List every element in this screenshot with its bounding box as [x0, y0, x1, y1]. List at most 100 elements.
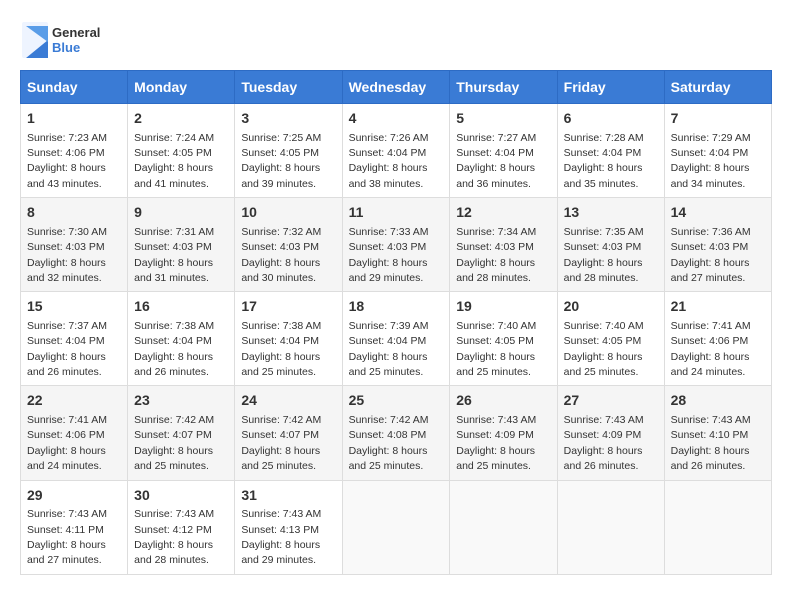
day-number: 1: [27, 109, 121, 129]
day-info: Sunrise: 7:43 AMSunset: 4:10 PMDaylight:…: [671, 414, 751, 472]
day-number: 17: [241, 297, 335, 317]
calendar-cell: 25 Sunrise: 7:42 AMSunset: 4:08 PMDayligh…: [342, 386, 450, 480]
day-info: Sunrise: 7:42 AMSunset: 4:07 PMDaylight:…: [134, 414, 214, 472]
calendar-cell: 2 Sunrise: 7:24 AMSunset: 4:05 PMDaylight…: [128, 104, 235, 198]
day-number: 29: [27, 486, 121, 506]
weekday-monday: Monday: [128, 71, 235, 104]
day-number: 18: [349, 297, 444, 317]
calendar-cell: 9 Sunrise: 7:31 AMSunset: 4:03 PMDaylight…: [128, 198, 235, 292]
calendar-week-3: 15 Sunrise: 7:37 AMSunset: 4:04 PMDayligh…: [21, 292, 772, 386]
calendar-week-5: 29Sunrise: 7:43 AMSunset: 4:11 PMDayligh…: [21, 480, 772, 574]
day-info: Sunrise: 7:41 AMSunset: 4:06 PMDaylight:…: [27, 414, 107, 472]
day-info: Sunrise: 7:43 AMSunset: 4:13 PMDaylight:…: [241, 508, 321, 566]
calendar-cell: [450, 480, 557, 574]
calendar-cell: 17 Sunrise: 7:38 AMSunset: 4:04 PMDayligh…: [235, 292, 342, 386]
day-info: Sunrise: 7:34 AMSunset: 4:03 PMDaylight:…: [456, 226, 536, 284]
calendar-cell: 8 Sunrise: 7:30 AMSunset: 4:03 PMDaylight…: [21, 198, 128, 292]
calendar-cell: 20Sunrise: 7:40 AMSunset: 4:05 PMDayligh…: [557, 292, 664, 386]
day-number: 15: [27, 297, 121, 317]
page-header: General Blue: [20, 20, 772, 60]
logo: General Blue: [20, 20, 110, 60]
day-info: Sunrise: 7:33 AMSunset: 4:03 PMDaylight:…: [349, 226, 429, 284]
calendar-cell: 3 Sunrise: 7:25 AMSunset: 4:05 PMDaylight…: [235, 104, 342, 198]
calendar-cell: [557, 480, 664, 574]
calendar-cell: 19Sunrise: 7:40 AMSunset: 4:05 PMDayligh…: [450, 292, 557, 386]
day-info: Sunrise: 7:43 AMSunset: 4:09 PMDaylight:…: [564, 414, 644, 472]
day-info: Sunrise: 7:27 AMSunset: 4:04 PMDaylight:…: [456, 132, 536, 190]
calendar-cell: 11 Sunrise: 7:33 AMSunset: 4:03 PMDayligh…: [342, 198, 450, 292]
calendar-table: SundayMondayTuesdayWednesdayThursdayFrid…: [20, 70, 772, 575]
calendar-cell: 4Sunrise: 7:26 AMSunset: 4:04 PMDaylight…: [342, 104, 450, 198]
day-number: 22: [27, 391, 121, 411]
calendar-cell: 1 Sunrise: 7:23 AMSunset: 4:06 PMDaylight…: [21, 104, 128, 198]
weekday-header-row: SundayMondayTuesdayWednesdayThursdayFrid…: [21, 71, 772, 104]
day-info: Sunrise: 7:37 AMSunset: 4:04 PMDaylight:…: [27, 320, 107, 378]
calendar-cell: 26 Sunrise: 7:43 AMSunset: 4:09 PMDayligh…: [450, 386, 557, 480]
calendar-cell: 15 Sunrise: 7:37 AMSunset: 4:04 PMDayligh…: [21, 292, 128, 386]
day-number: 30: [134, 486, 228, 506]
calendar-cell: 16 Sunrise: 7:38 AMSunset: 4:04 PMDayligh…: [128, 292, 235, 386]
day-info: Sunrise: 7:42 AMSunset: 4:07 PMDaylight:…: [241, 414, 321, 472]
day-info: Sunrise: 7:43 AMSunset: 4:09 PMDaylight:…: [456, 414, 536, 472]
day-info: Sunrise: 7:30 AMSunset: 4:03 PMDaylight:…: [27, 226, 107, 284]
day-number: 31: [241, 486, 335, 506]
weekday-friday: Friday: [557, 71, 664, 104]
calendar-cell: 24 Sunrise: 7:42 AMSunset: 4:07 PMDayligh…: [235, 386, 342, 480]
calendar-cell: 13Sunrise: 7:35 AMSunset: 4:03 PMDayligh…: [557, 198, 664, 292]
day-info: Sunrise: 7:42 AMSunset: 4:08 PMDaylight:…: [349, 414, 429, 472]
day-info: Sunrise: 7:25 AMSunset: 4:05 PMDaylight:…: [241, 132, 321, 190]
calendar-cell: 21Sunrise: 7:41 AMSunset: 4:06 PMDayligh…: [664, 292, 771, 386]
calendar-cell: 18 Sunrise: 7:39 AMSunset: 4:04 PMDayligh…: [342, 292, 450, 386]
day-number: 28: [671, 391, 765, 411]
day-number: 4: [349, 109, 444, 129]
calendar-cell: 27Sunrise: 7:43 AMSunset: 4:09 PMDayligh…: [557, 386, 664, 480]
calendar-cell: 30Sunrise: 7:43 AMSunset: 4:12 PMDayligh…: [128, 480, 235, 574]
day-info: Sunrise: 7:39 AMSunset: 4:04 PMDaylight:…: [349, 320, 429, 378]
calendar-week-4: 22 Sunrise: 7:41 AMSunset: 4:06 PMDayligh…: [21, 386, 772, 480]
weekday-saturday: Saturday: [664, 71, 771, 104]
calendar-cell: 12Sunrise: 7:34 AMSunset: 4:03 PMDayligh…: [450, 198, 557, 292]
day-info: Sunrise: 7:32 AMSunset: 4:03 PMDaylight:…: [241, 226, 321, 284]
day-number: 2: [134, 109, 228, 129]
calendar-cell: 7Sunrise: 7:29 AMSunset: 4:04 PMDaylight…: [664, 104, 771, 198]
day-info: Sunrise: 7:28 AMSunset: 4:04 PMDaylight:…: [564, 132, 644, 190]
day-number: 3: [241, 109, 335, 129]
day-number: 24: [241, 391, 335, 411]
day-number: 14: [671, 203, 765, 223]
day-number: 10: [241, 203, 335, 223]
calendar-cell: 28 Sunrise: 7:43 AMSunset: 4:10 PMDayligh…: [664, 386, 771, 480]
day-number: 25: [349, 391, 444, 411]
day-info: Sunrise: 7:38 AMSunset: 4:04 PMDaylight:…: [241, 320, 321, 378]
day-number: 20: [564, 297, 658, 317]
calendar-cell: [342, 480, 450, 574]
calendar-cell: 22 Sunrise: 7:41 AMSunset: 4:06 PMDayligh…: [21, 386, 128, 480]
calendar-cell: 14 Sunrise: 7:36 AMSunset: 4:03 PMDayligh…: [664, 198, 771, 292]
day-info: Sunrise: 7:23 AMSunset: 4:06 PMDaylight:…: [27, 132, 107, 190]
day-number: 23: [134, 391, 228, 411]
day-info: Sunrise: 7:40 AMSunset: 4:05 PMDaylight:…: [456, 320, 536, 378]
day-number: 16: [134, 297, 228, 317]
calendar-cell: 31Sunrise: 7:43 AMSunset: 4:13 PMDayligh…: [235, 480, 342, 574]
day-number: 11: [349, 203, 444, 223]
day-info: Sunrise: 7:24 AMSunset: 4:05 PMDaylight:…: [134, 132, 214, 190]
calendar-cell: 23 Sunrise: 7:42 AMSunset: 4:07 PMDayligh…: [128, 386, 235, 480]
day-info: Sunrise: 7:31 AMSunset: 4:03 PMDaylight:…: [134, 226, 214, 284]
svg-text:Blue: Blue: [52, 40, 80, 55]
day-number: 21: [671, 297, 765, 317]
day-number: 7: [671, 109, 765, 129]
day-number: 6: [564, 109, 658, 129]
day-info: Sunrise: 7:43 AMSunset: 4:12 PMDaylight:…: [134, 508, 214, 566]
day-number: 5: [456, 109, 550, 129]
calendar-cell: 6 Sunrise: 7:28 AMSunset: 4:04 PMDaylight…: [557, 104, 664, 198]
weekday-sunday: Sunday: [21, 71, 128, 104]
calendar-cell: 29Sunrise: 7:43 AMSunset: 4:11 PMDayligh…: [21, 480, 128, 574]
day-number: 26: [456, 391, 550, 411]
day-number: 8: [27, 203, 121, 223]
day-number: 9: [134, 203, 228, 223]
day-info: Sunrise: 7:36 AMSunset: 4:03 PMDaylight:…: [671, 226, 751, 284]
calendar-cell: 5 Sunrise: 7:27 AMSunset: 4:04 PMDaylight…: [450, 104, 557, 198]
calendar-cell: 10 Sunrise: 7:32 AMSunset: 4:03 PMDayligh…: [235, 198, 342, 292]
logo-svg: General Blue: [20, 20, 110, 60]
calendar-body: 1 Sunrise: 7:23 AMSunset: 4:06 PMDaylight…: [21, 104, 772, 575]
day-info: Sunrise: 7:38 AMSunset: 4:04 PMDaylight:…: [134, 320, 214, 378]
